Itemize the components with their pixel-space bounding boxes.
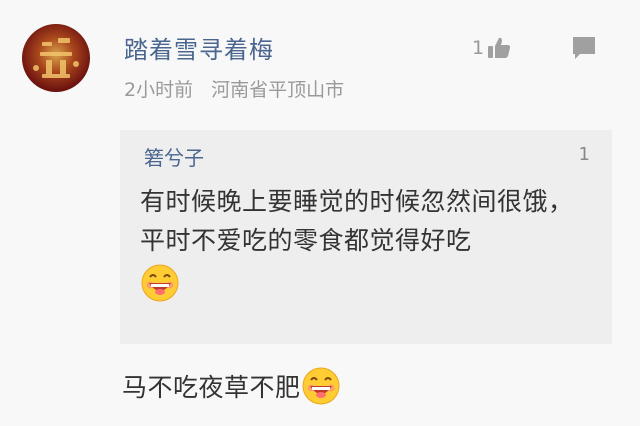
comment-icon bbox=[573, 37, 595, 59]
quoted-emoji-line bbox=[140, 262, 598, 303]
quoted-author[interactable]: 箬兮子 bbox=[144, 142, 204, 171]
like-button[interactable]: 1 bbox=[472, 34, 512, 62]
quoted-text-content: 有时候晚上要睡觉的时候忽然间很饿，平时不爱吃的零食都觉得好吃 bbox=[140, 187, 574, 255]
thumbs-up-icon bbox=[488, 37, 511, 58]
comment-meta: 2小时前 河南省平顶山市 bbox=[124, 75, 344, 102]
grinning-face-emoji bbox=[141, 264, 179, 302]
comment-time: 2小时前 bbox=[124, 79, 194, 101]
comment-location: 河南省平顶山市 bbox=[211, 79, 345, 101]
quoted-text: 有时候晚上要睡觉的时候忽然间很饿，平时不爱吃的零食都觉得好吃 bbox=[140, 182, 598, 303]
reply-button[interactable] bbox=[570, 34, 598, 62]
like-count: 1 bbox=[472, 37, 485, 59]
avatar[interactable] bbox=[22, 24, 90, 92]
grinning-face-emoji bbox=[302, 367, 340, 405]
avatar-image bbox=[33, 38, 79, 78]
quoted-floor: 1 bbox=[578, 144, 590, 165]
quoted-comment[interactable]: 箬兮子 1 有时候晚上要睡觉的时候忽然间很饿，平时不爱吃的零食都觉得好吃 bbox=[120, 130, 612, 344]
comment-body: 马不吃夜草不肥 bbox=[122, 366, 341, 406]
comment-text: 马不吃夜草不肥 bbox=[122, 373, 301, 402]
comment-author[interactable]: 踏着雪寻着梅 bbox=[124, 30, 274, 65]
